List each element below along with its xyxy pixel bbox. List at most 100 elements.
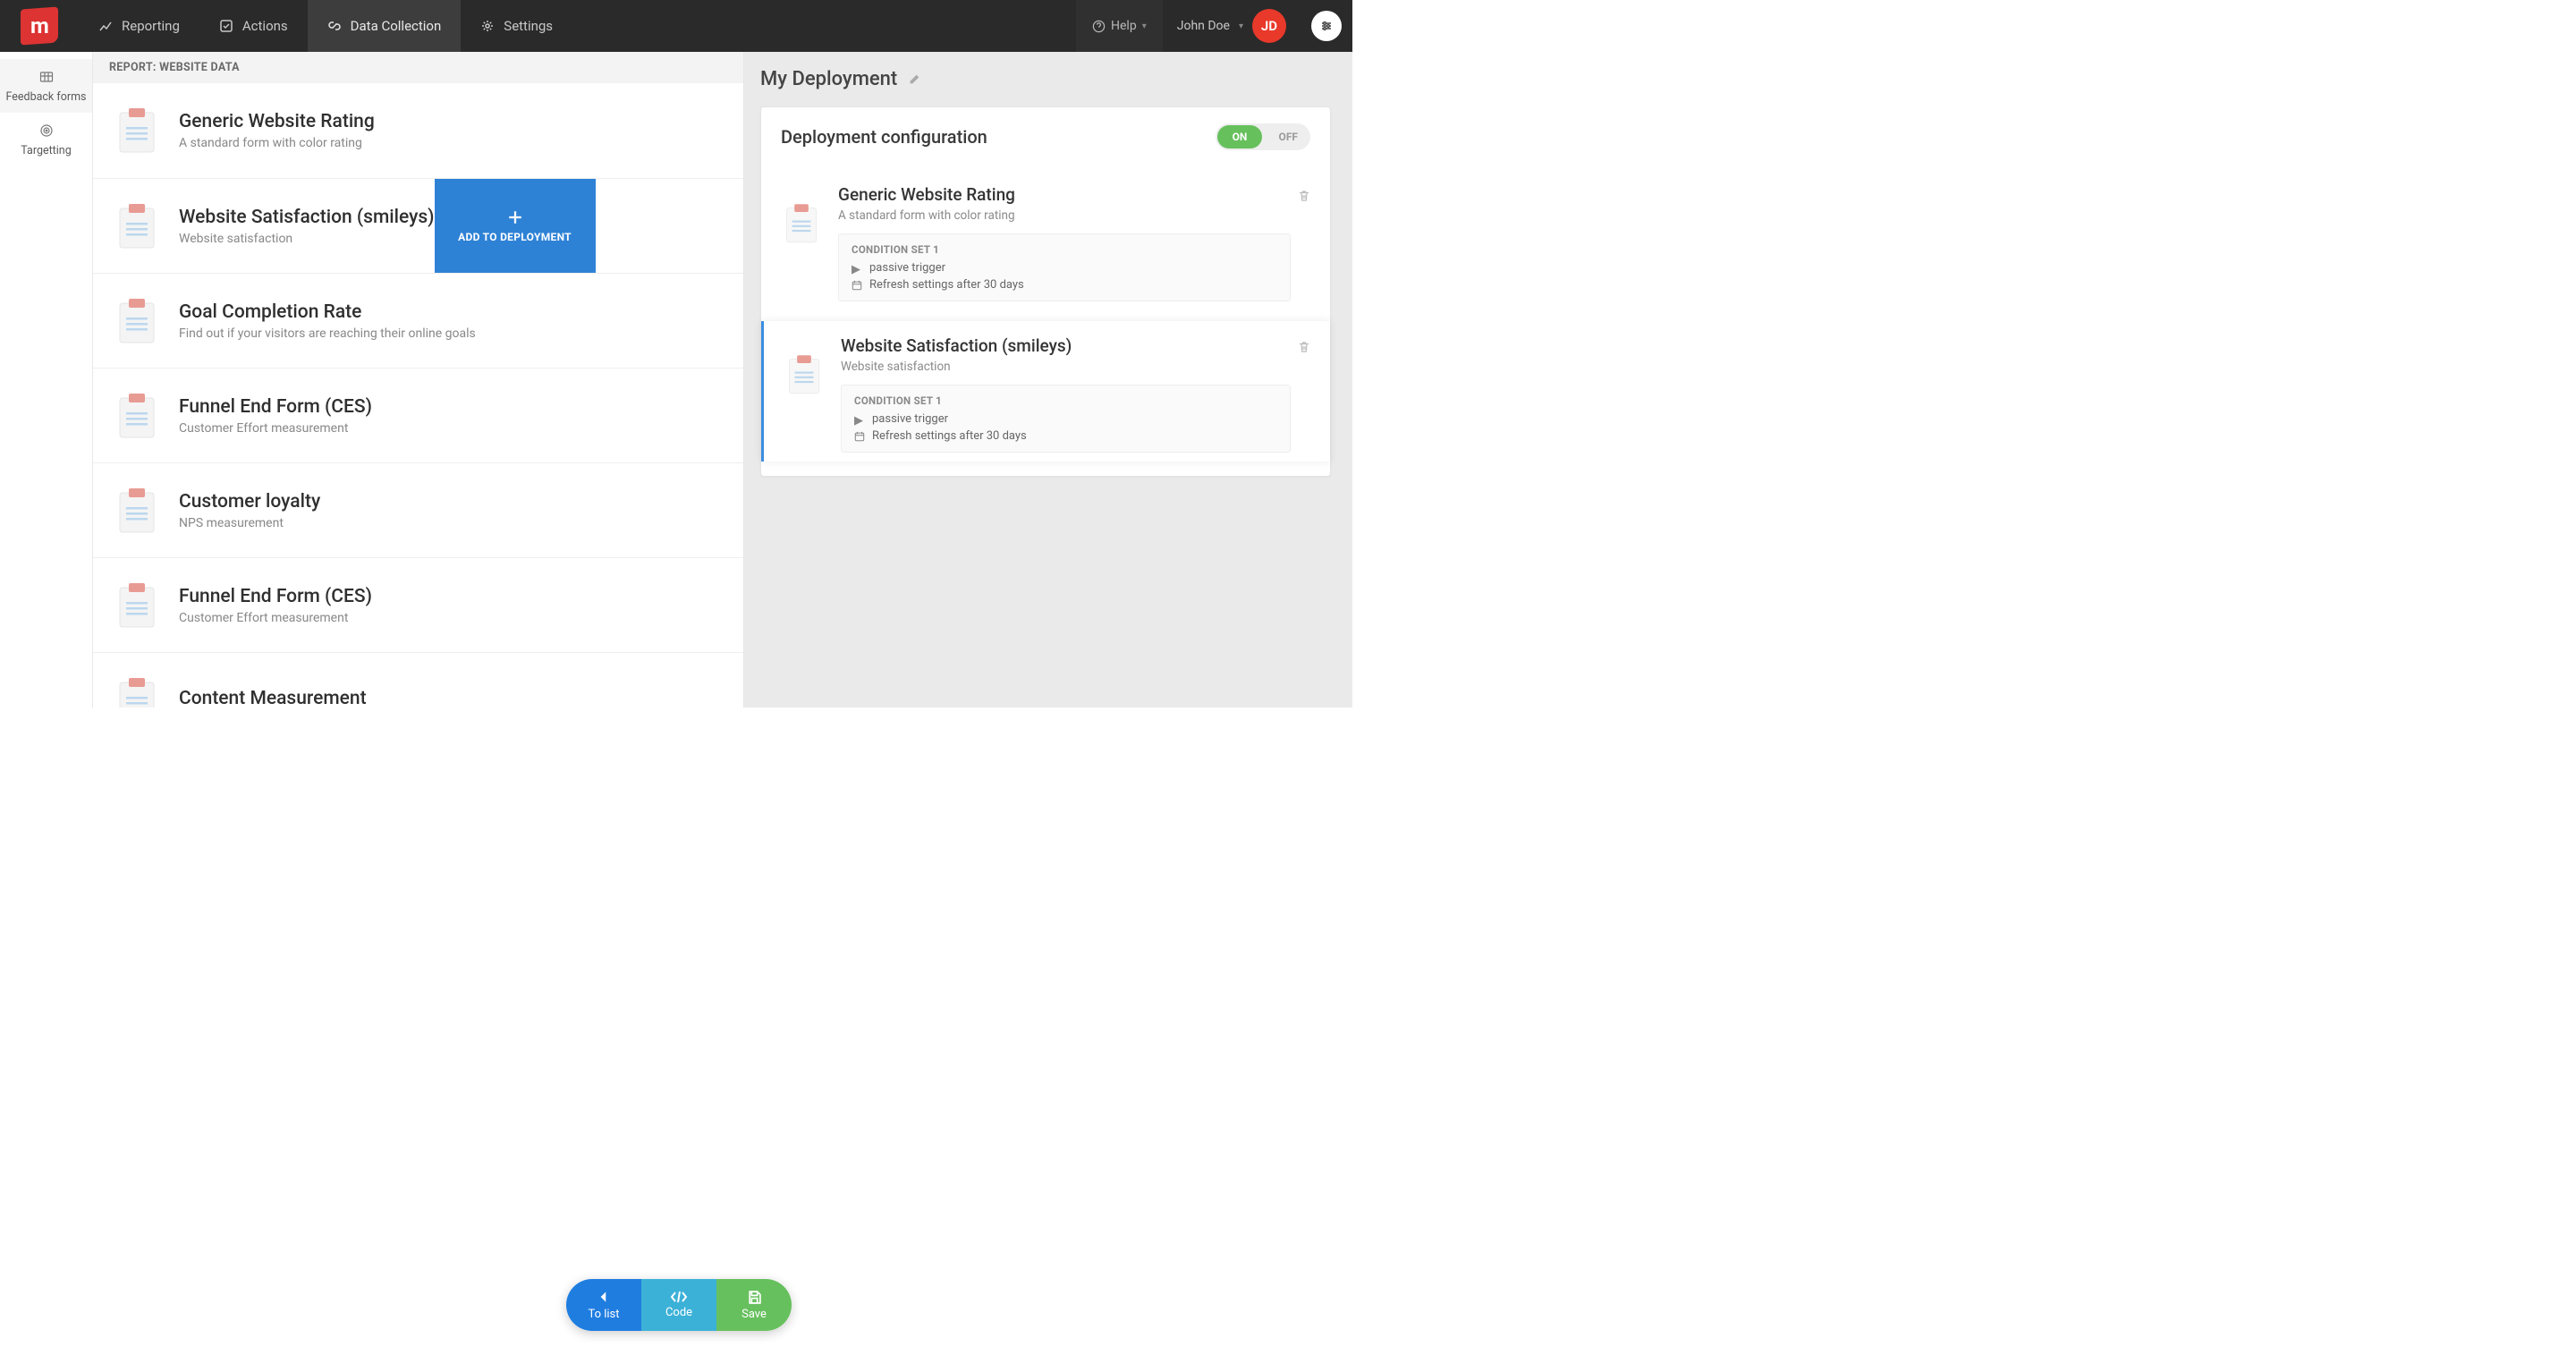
report-desc: Customer Effort measurement bbox=[179, 421, 372, 436]
nav-tabs: Reporting Actions Data Collection Settin… bbox=[79, 0, 572, 52]
nav-right: Help ▾ John Doe ▾ JD bbox=[1076, 0, 1352, 52]
user-name: John Doe bbox=[1177, 19, 1230, 33]
report-item[interactable]: Goal Completion Rate Find out if your vi… bbox=[93, 273, 743, 368]
deployment-entry-title: Website Satisfaction (smileys) bbox=[841, 335, 1291, 356]
report-desc: Find out if your visitors are reaching t… bbox=[179, 326, 476, 341]
clipboard-icon bbox=[116, 298, 157, 344]
report-title: Funnel End Form (CES) bbox=[179, 396, 372, 418]
add-button-label: ADD TO DEPLOYMENT bbox=[458, 231, 572, 243]
save-label: Save bbox=[741, 1308, 767, 1321]
deployment-entry[interactable]: Website Satisfaction (smileys) Website s… bbox=[761, 321, 1330, 462]
condition-set-label: CONDITION SET 1 bbox=[852, 243, 1277, 256]
deployment-pane: My Deployment Deployment configuration O… bbox=[744, 52, 1352, 707]
report-pane: REPORT: WEBSITE DATA Generic Website Rat… bbox=[93, 52, 744, 707]
arrow-left-icon bbox=[596, 1289, 612, 1305]
deployment-entry-title: Generic Website Rating bbox=[838, 184, 1291, 205]
calendar-icon bbox=[852, 280, 862, 291]
sidebar-item-label: Feedback forms bbox=[5, 91, 86, 104]
plus-icon bbox=[507, 209, 523, 225]
chevron-down-icon: ▾ bbox=[1142, 21, 1147, 31]
condition-set-label: CONDITION SET 1 bbox=[854, 394, 1277, 407]
checkbox-icon bbox=[219, 19, 233, 33]
deployment-entry[interactable]: Generic Website Rating A standard form w… bbox=[761, 170, 1330, 310]
report-item[interactable]: Funnel End Form (CES) Customer Effort me… bbox=[93, 557, 743, 652]
deployment-card: Deployment configuration ON OFF Generic … bbox=[760, 106, 1331, 477]
deployment-title: My Deployment bbox=[760, 68, 897, 90]
report-item[interactable]: Content Measurement bbox=[93, 652, 743, 707]
report-desc: Website satisfaction bbox=[179, 232, 435, 246]
deployment-toggle[interactable]: ON OFF bbox=[1216, 123, 1310, 150]
clipboard-icon bbox=[116, 582, 157, 629]
sidebar-item-label: Targetting bbox=[21, 145, 71, 157]
chevron-down-icon: ▾ bbox=[1239, 21, 1243, 31]
nav-tab-reporting[interactable]: Reporting bbox=[79, 0, 199, 52]
settings-button[interactable] bbox=[1311, 11, 1342, 41]
trigger-text: passive trigger bbox=[872, 412, 948, 426]
clipboard-icon bbox=[116, 203, 157, 250]
add-to-deployment-button[interactable]: ADD TO DEPLOYMENT bbox=[435, 179, 596, 273]
report-header: REPORT: WEBSITE DATA bbox=[93, 52, 743, 83]
deployment-config-title: Deployment configuration bbox=[781, 126, 987, 148]
report-item[interactable]: Funnel End Form (CES) Customer Effort me… bbox=[93, 368, 743, 462]
delete-icon[interactable] bbox=[1298, 190, 1310, 301]
target-icon bbox=[38, 122, 55, 140]
report-title: Generic Website Rating bbox=[179, 111, 375, 132]
user-menu[interactable]: John Doe ▾ JD bbox=[1163, 9, 1301, 43]
clipboard-icon bbox=[116, 393, 157, 439]
link-icon bbox=[327, 19, 342, 33]
report-title: Goal Completion Rate bbox=[179, 301, 476, 323]
report-desc: A standard form with color rating bbox=[179, 136, 375, 150]
clipboard-icon bbox=[781, 200, 822, 247]
sidebar: Feedback forms Targetting bbox=[0, 52, 93, 707]
chart-icon bbox=[98, 19, 113, 33]
avatar: JD bbox=[1252, 9, 1286, 43]
play-icon: ▶ bbox=[854, 414, 865, 425]
delete-icon[interactable] bbox=[1298, 341, 1310, 453]
deployment-entry-desc: Website satisfaction bbox=[841, 360, 1291, 374]
help-icon bbox=[1092, 20, 1106, 33]
report-list: Generic Website Rating A standard form w… bbox=[93, 83, 743, 707]
clipboard-icon bbox=[116, 107, 157, 154]
gear-icon bbox=[480, 19, 495, 33]
edit-icon[interactable] bbox=[908, 73, 920, 86]
code-label: Code bbox=[665, 1306, 692, 1319]
report-item[interactable]: Website Satisfaction (smileys) Website s… bbox=[93, 178, 743, 273]
logo[interactable]: m bbox=[0, 0, 79, 52]
report-desc: NPS measurement bbox=[179, 516, 320, 530]
nav-tab-actions[interactable]: Actions bbox=[199, 0, 308, 52]
report-title: Customer loyalty bbox=[179, 491, 320, 513]
table-icon bbox=[38, 68, 55, 86]
report-title: Content Measurement bbox=[179, 688, 367, 708]
toggle-off-label: OFF bbox=[1279, 131, 1310, 143]
condition-set: CONDITION SET 1 ▶ passive trigger Refresh… bbox=[841, 385, 1291, 453]
top-nav: m Reporting Actions Data Collection Sett… bbox=[0, 0, 1352, 52]
refresh-text: Refresh settings after 30 days bbox=[872, 429, 1027, 443]
nav-tab-label: Settings bbox=[504, 18, 553, 34]
report-desc: Customer Effort measurement bbox=[179, 611, 372, 625]
deployment-entry-desc: A standard form with color rating bbox=[838, 208, 1291, 223]
help-menu[interactable]: Help ▾ bbox=[1076, 0, 1163, 52]
report-item[interactable]: Customer loyalty NPS measurement bbox=[93, 462, 743, 557]
nav-tab-settings[interactable]: Settings bbox=[461, 0, 572, 52]
sliders-icon bbox=[1319, 19, 1334, 33]
code-icon bbox=[670, 1291, 688, 1303]
condition-set: CONDITION SET 1 ▶passive trigger Refresh… bbox=[838, 233, 1291, 301]
help-label: Help bbox=[1111, 19, 1137, 33]
toggle-on-label: ON bbox=[1217, 125, 1262, 148]
to-list-label: To list bbox=[588, 1308, 619, 1321]
report-item[interactable]: Generic Website Rating A standard form w… bbox=[93, 83, 743, 178]
nav-tab-data-collection[interactable]: Data Collection bbox=[308, 0, 462, 52]
code-button[interactable]: Code bbox=[641, 1279, 716, 1331]
clipboard-icon bbox=[784, 352, 825, 398]
refresh-text: Refresh settings after 30 days bbox=[869, 278, 1024, 292]
sidebar-item-feedback-forms[interactable]: Feedback forms bbox=[0, 59, 92, 113]
clipboard-icon bbox=[116, 487, 157, 534]
nav-tab-label: Actions bbox=[242, 18, 288, 34]
action-bar: To list Code Save bbox=[566, 1279, 792, 1331]
report-title: Website Satisfaction (smileys) bbox=[179, 207, 435, 228]
save-icon bbox=[747, 1290, 762, 1305]
sidebar-item-targetting[interactable]: Targetting bbox=[0, 113, 92, 166]
report-title: Funnel End Form (CES) bbox=[179, 586, 372, 607]
to-list-button[interactable]: To list bbox=[566, 1279, 641, 1331]
save-button[interactable]: Save bbox=[716, 1279, 792, 1331]
